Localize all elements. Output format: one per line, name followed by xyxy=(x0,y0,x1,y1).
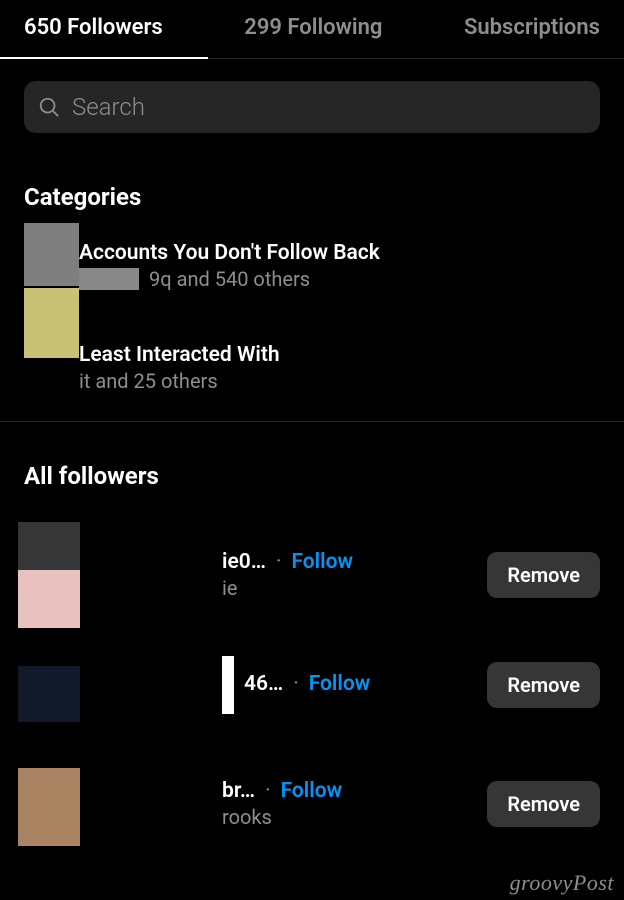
avatar xyxy=(24,223,79,286)
separator-dot: · xyxy=(276,550,282,574)
follower-username[interactable]: br… xyxy=(222,779,255,803)
watermark: groovyPost xyxy=(510,870,614,896)
avatar xyxy=(24,288,79,358)
follower-row: br… · Follow rooks Remove xyxy=(0,762,624,846)
categories-header: Categories xyxy=(0,133,624,223)
tab-followers[interactable]: 650 Followers xyxy=(24,15,163,40)
follower-username[interactable]: 46… xyxy=(244,672,283,696)
avatar[interactable] xyxy=(18,522,80,628)
category-title: Least Interacted With xyxy=(79,343,380,367)
category-item-least-interacted[interactable]: Least Interacted With it and 25 others xyxy=(79,343,380,393)
category-subtitle: it and 25 others xyxy=(79,369,380,393)
redacted-block xyxy=(222,656,234,714)
follower-display-name: ie xyxy=(222,576,475,600)
follower-row: ie0… · Follow ie Remove xyxy=(0,522,624,628)
tab-following[interactable]: 299 Following xyxy=(244,15,382,40)
search-box[interactable] xyxy=(24,81,600,133)
follow-link[interactable]: Follow xyxy=(281,779,343,803)
remove-button[interactable]: Remove xyxy=(487,781,600,827)
category-item-not-following-back[interactable]: Accounts You Don't Follow Back 9q and 54… xyxy=(79,241,380,291)
tab-underline xyxy=(0,58,624,59)
remove-button[interactable]: Remove xyxy=(487,662,600,708)
all-followers-header: All followers xyxy=(0,422,624,514)
search-icon xyxy=(38,96,60,118)
follow-link[interactable]: Follow xyxy=(291,550,353,574)
separator-dot: · xyxy=(265,779,271,803)
search-input[interactable] xyxy=(72,93,586,121)
redacted-block xyxy=(79,268,139,290)
follower-display-name: rooks xyxy=(222,805,475,829)
follow-link[interactable]: Follow xyxy=(309,672,371,696)
separator-dot: · xyxy=(293,672,299,696)
avatar[interactable] xyxy=(18,768,80,846)
follower-username[interactable]: ie0… xyxy=(222,550,266,574)
remove-button[interactable]: Remove xyxy=(487,552,600,598)
avatar[interactable] xyxy=(18,666,80,722)
category-subtitle: 9q and 540 others xyxy=(79,267,380,291)
category-title: Accounts You Don't Follow Back xyxy=(79,241,380,265)
tab-subscriptions[interactable]: Subscriptions xyxy=(464,15,600,40)
follower-row: 46… · Follow Remove xyxy=(0,648,624,722)
